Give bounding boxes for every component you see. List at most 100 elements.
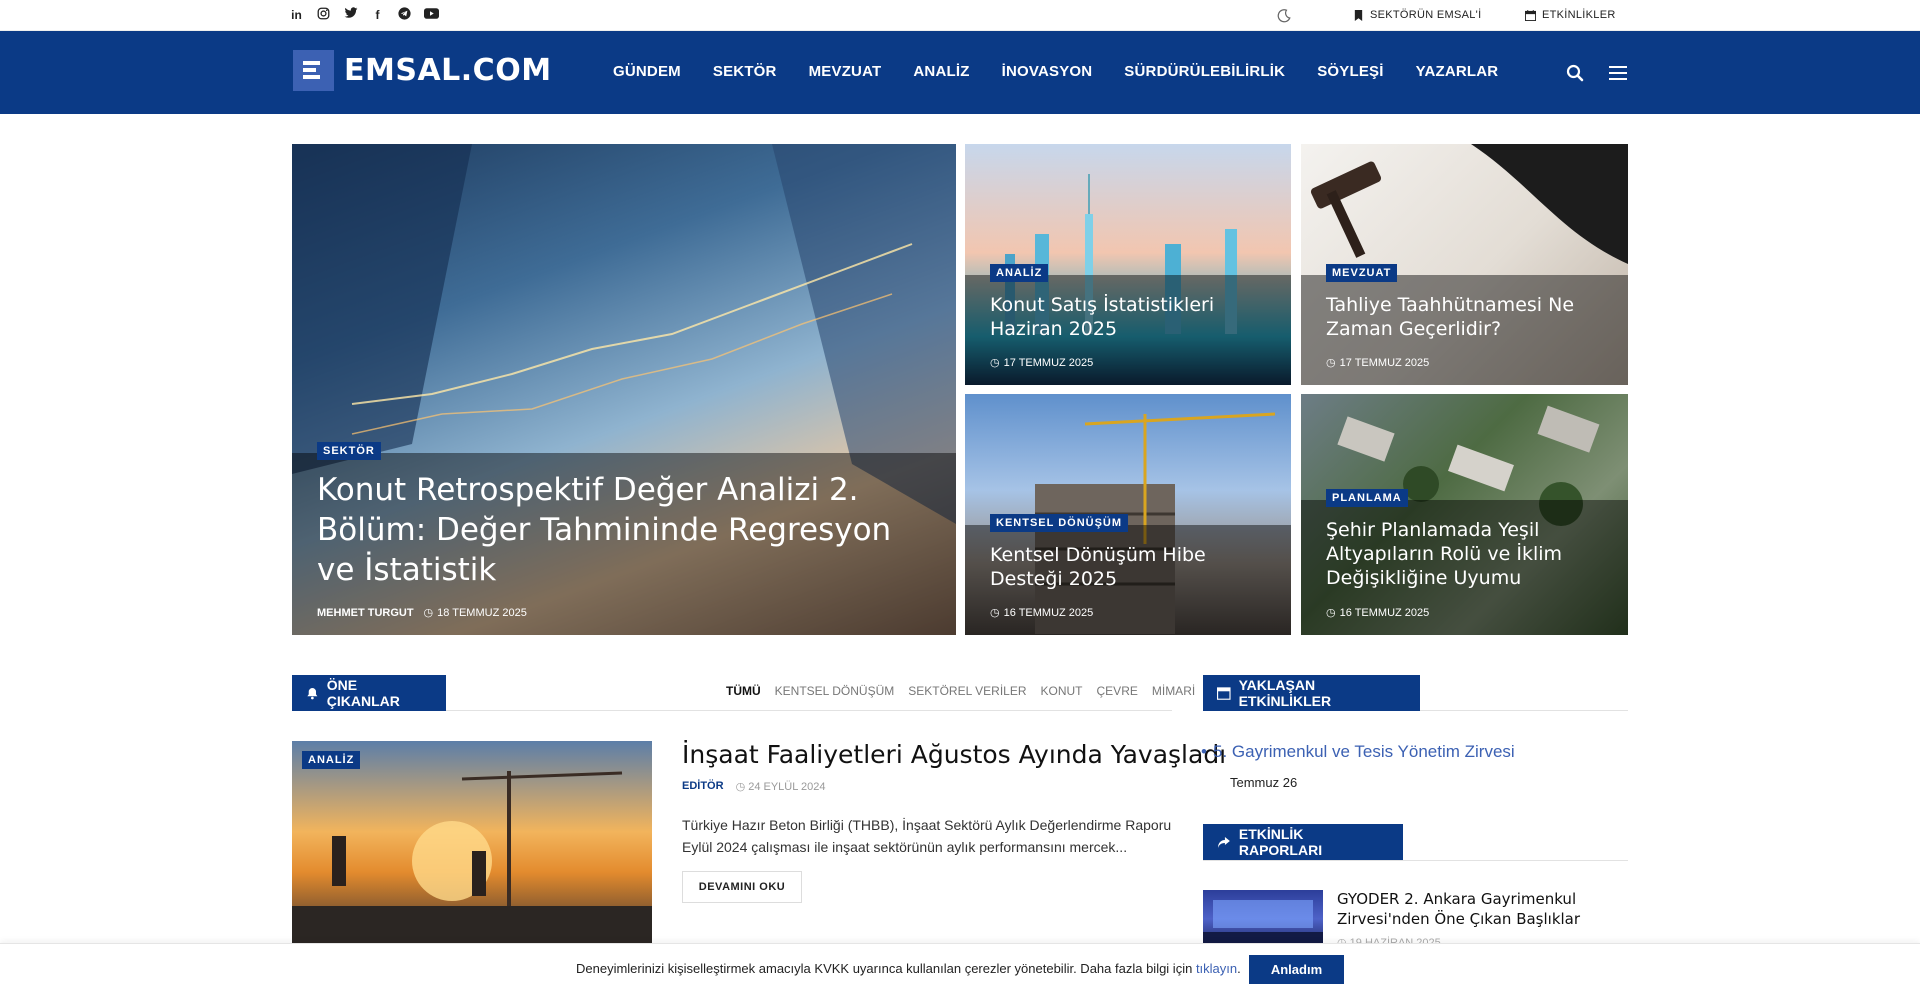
cookie-text: Deneyimlerinizi kişiselleştirmek amacıyl…	[576, 961, 1241, 976]
calendar-icon	[1525, 9, 1536, 21]
linkedin-icon[interactable]: in	[288, 7, 305, 24]
twitter-icon[interactable]	[342, 7, 359, 24]
author-name[interactable]: EDİTÖR	[682, 780, 724, 793]
post-date-wrap: ◷ 24 EYLÜL 2024	[736, 780, 826, 793]
cookie-accept-button[interactable]: Anladım	[1249, 955, 1344, 984]
main-header: EMSAL.COM GÜNDEM SEKTÖR MEVZUAT ANALİZ İ…	[0, 31, 1920, 114]
card-title[interactable]: Konut Satış İstatistikleri Haziran 2025	[990, 293, 1275, 341]
card-meta: ◷ 17 TEMMUZ 2025	[1326, 356, 1430, 370]
clock-icon: ◷	[1326, 357, 1336, 369]
nav-gundem[interactable]: GÜNDEM	[613, 63, 681, 80]
cookie-suffix: .	[1237, 961, 1241, 976]
sector-emsal-label: SEKTÖRÜN EMSAL'İ	[1370, 9, 1482, 21]
bookmark-icon	[1354, 9, 1363, 21]
clock-icon: ◷	[735, 781, 749, 793]
nav-mevzuat[interactable]: MEVZUAT	[809, 63, 882, 80]
post-date: 16 TEMMUZ 2025	[1003, 606, 1094, 619]
hero-card-2[interactable]: MEVZUAT Tahliye Taahhütnamesi Ne Zaman G…	[1301, 144, 1628, 385]
filter-mimari[interactable]: MİMARİ	[1152, 684, 1195, 698]
nav-sektor[interactable]: SEKTÖR	[713, 63, 777, 80]
category-badge[interactable]: MEVZUAT	[1326, 264, 1398, 282]
cookie-banner: Deneyimlerinizi kişiselleştirmek amacıyl…	[0, 943, 1920, 993]
hero-main-card[interactable]: SEKTÖR Konut Retrospektif Değer Analizi …	[292, 144, 956, 635]
logo-text: EMSAL.COM	[344, 53, 552, 88]
category-badge[interactable]: ANALİZ	[302, 751, 361, 769]
filter-all[interactable]: TÜMÜ	[726, 684, 761, 698]
events-heading-label: YAKLAŞAN ETKİNLİKLER	[1238, 677, 1332, 709]
cookie-message: Deneyimlerinizi kişiselleştirmek amacıyl…	[576, 961, 1196, 976]
featured-image-graphic	[292, 771, 652, 943]
category-badge[interactable]: KENTSEL DÖNÜŞÜM	[990, 514, 1129, 532]
featured-filters: TÜMÜ KENTSEL DÖNÜŞÜM SEKTÖREL VERİLER KO…	[726, 684, 1195, 698]
facebook-icon[interactable]: f	[369, 7, 386, 24]
event-link[interactable]: 5. Gayrimenkul ve Tesis Yönetim Zirvesi	[1201, 742, 1515, 762]
events-link[interactable]: ETKİNLİKLER	[1525, 9, 1616, 21]
section-divider	[1203, 860, 1628, 861]
post-date: 17 TEMMUZ 2025	[1003, 356, 1094, 369]
card-title[interactable]: Kentsel Dönüşüm Hibe Desteği 2025	[990, 543, 1275, 591]
read-more-button[interactable]: DEVAMINI OKU	[682, 871, 802, 903]
featured-heading-label: ÖNE ÇIKANLAR	[326, 677, 400, 709]
post-date: 16 TEMMUZ 2025	[1339, 606, 1430, 619]
share-icon	[1217, 836, 1230, 848]
nav-inovasyon[interactable]: İNOVASYON	[1002, 63, 1093, 80]
hero-card-4[interactable]: PLANLAMA Şehir Planlamada Yeşil Altyapıl…	[1301, 394, 1628, 635]
report-thumbnail-graphic	[1203, 900, 1323, 948]
top-bar: in f SEKTÖRÜN EMSAL'İ ETKİNLİKLER	[0, 0, 1920, 31]
site-logo[interactable]: EMSAL.COM	[293, 50, 552, 91]
hero-card-1[interactable]: ANALİZ Konut Satış İstatistikleri Hazira…	[965, 144, 1291, 385]
card-meta: ◷ 16 TEMMUZ 2025	[1326, 606, 1430, 620]
report-title[interactable]: GYODER 2. Ankara Gayrimenkul Zirvesi'nde…	[1337, 889, 1587, 929]
cookie-more-link[interactable]: tıklayın	[1196, 961, 1237, 976]
main-nav: GÜNDEM SEKTÖR MEVZUAT ANALİZ İNOVASYON S…	[613, 63, 1530, 80]
hero-main-title[interactable]: Konut Retrospektif Değer Analizi 2. Bölü…	[317, 470, 927, 590]
filter-konut[interactable]: KONUT	[1041, 684, 1083, 698]
card-meta: ◷ 17 TEMMUZ 2025	[990, 356, 1094, 370]
event-date: Temmuz 26	[1230, 775, 1298, 790]
search-icon[interactable]	[1566, 64, 1584, 82]
sector-emsal-link[interactable]: SEKTÖRÜN EMSAL'İ	[1353, 9, 1481, 21]
category-badge[interactable]: SEKTÖR	[317, 442, 381, 460]
card-meta: ◷ 16 TEMMUZ 2025	[990, 606, 1094, 620]
featured-article-title[interactable]: İnşaat Faaliyetleri Ağustos Ayında Yavaş…	[682, 740, 1226, 769]
featured-article-meta: EDİTÖR ◷ 24 EYLÜL 2024	[682, 780, 825, 793]
clock-icon: ◷	[1326, 607, 1336, 619]
post-date: 24 EYLÜL 2024	[748, 781, 826, 793]
featured-heading: ÖNE ÇIKANLAR	[292, 675, 446, 711]
bell-icon	[307, 687, 318, 699]
clock-icon: ◷	[990, 357, 1000, 369]
filter-cevre[interactable]: ÇEVRE	[1097, 684, 1138, 698]
category-badge[interactable]: ANALİZ	[990, 264, 1049, 282]
category-badge[interactable]: PLANLAMA	[1326, 489, 1408, 507]
report-thumbnail[interactable]	[1203, 890, 1323, 948]
hero-main-meta: MEHMET TURGUT ◷ 18 TEMMUZ 2025	[317, 606, 527, 620]
featured-article-excerpt: Türkiye Hazır Beton Birliği (THBB), İnşa…	[682, 817, 1172, 855]
social-links: in f	[288, 7, 440, 24]
hamburger-menu-icon[interactable]	[1609, 64, 1627, 82]
filter-kentsel-donusum[interactable]: KENTSEL DÖNÜŞÜM	[775, 684, 895, 698]
reports-heading-label: ETKİNLİK RAPORLARI	[1238, 826, 1323, 858]
clock-icon: ◷	[990, 607, 1000, 619]
nav-soylesi[interactable]: SÖYLEŞİ	[1317, 63, 1383, 80]
card-title[interactable]: Şehir Planlamada Yeşil Altyapıların Rolü…	[1326, 518, 1611, 590]
youtube-icon[interactable]	[423, 7, 440, 24]
events-heading: YAKLAŞAN ETKİNLİKLER	[1203, 675, 1420, 711]
reports-heading: ETKİNLİK RAPORLARI	[1203, 824, 1403, 860]
events-label: ETKİNLİKLER	[1542, 9, 1616, 21]
post-date: 18 TEMMUZ 2025	[437, 606, 527, 619]
author-name[interactable]: MEHMET TURGUT	[317, 607, 414, 619]
instagram-icon[interactable]	[315, 7, 332, 24]
calendar-icon	[1217, 687, 1231, 700]
dark-mode-icon[interactable]	[1276, 8, 1292, 24]
nav-surdurulebilirlik[interactable]: SÜRDÜRÜLEBİLİRLİK	[1124, 63, 1285, 80]
hero-card-3[interactable]: KENTSEL DÖNÜŞÜM Kentsel Dönüşüm Hibe Des…	[965, 394, 1291, 635]
nav-analiz[interactable]: ANALİZ	[913, 63, 969, 80]
post-date: 17 TEMMUZ 2025	[1339, 356, 1430, 369]
card-title[interactable]: Tahliye Taahhütnamesi Ne Zaman Geçerlidi…	[1326, 293, 1611, 341]
logo-mark-icon	[293, 50, 334, 91]
telegram-icon[interactable]	[396, 7, 413, 24]
featured-article-image[interactable]: ANALİZ	[292, 741, 652, 943]
nav-yazarlar[interactable]: YAZARLAR	[1416, 63, 1499, 80]
filter-sektorel-veriler[interactable]: SEKTÖREL VERİLER	[908, 684, 1026, 698]
clock-icon: ◷	[423, 607, 434, 619]
